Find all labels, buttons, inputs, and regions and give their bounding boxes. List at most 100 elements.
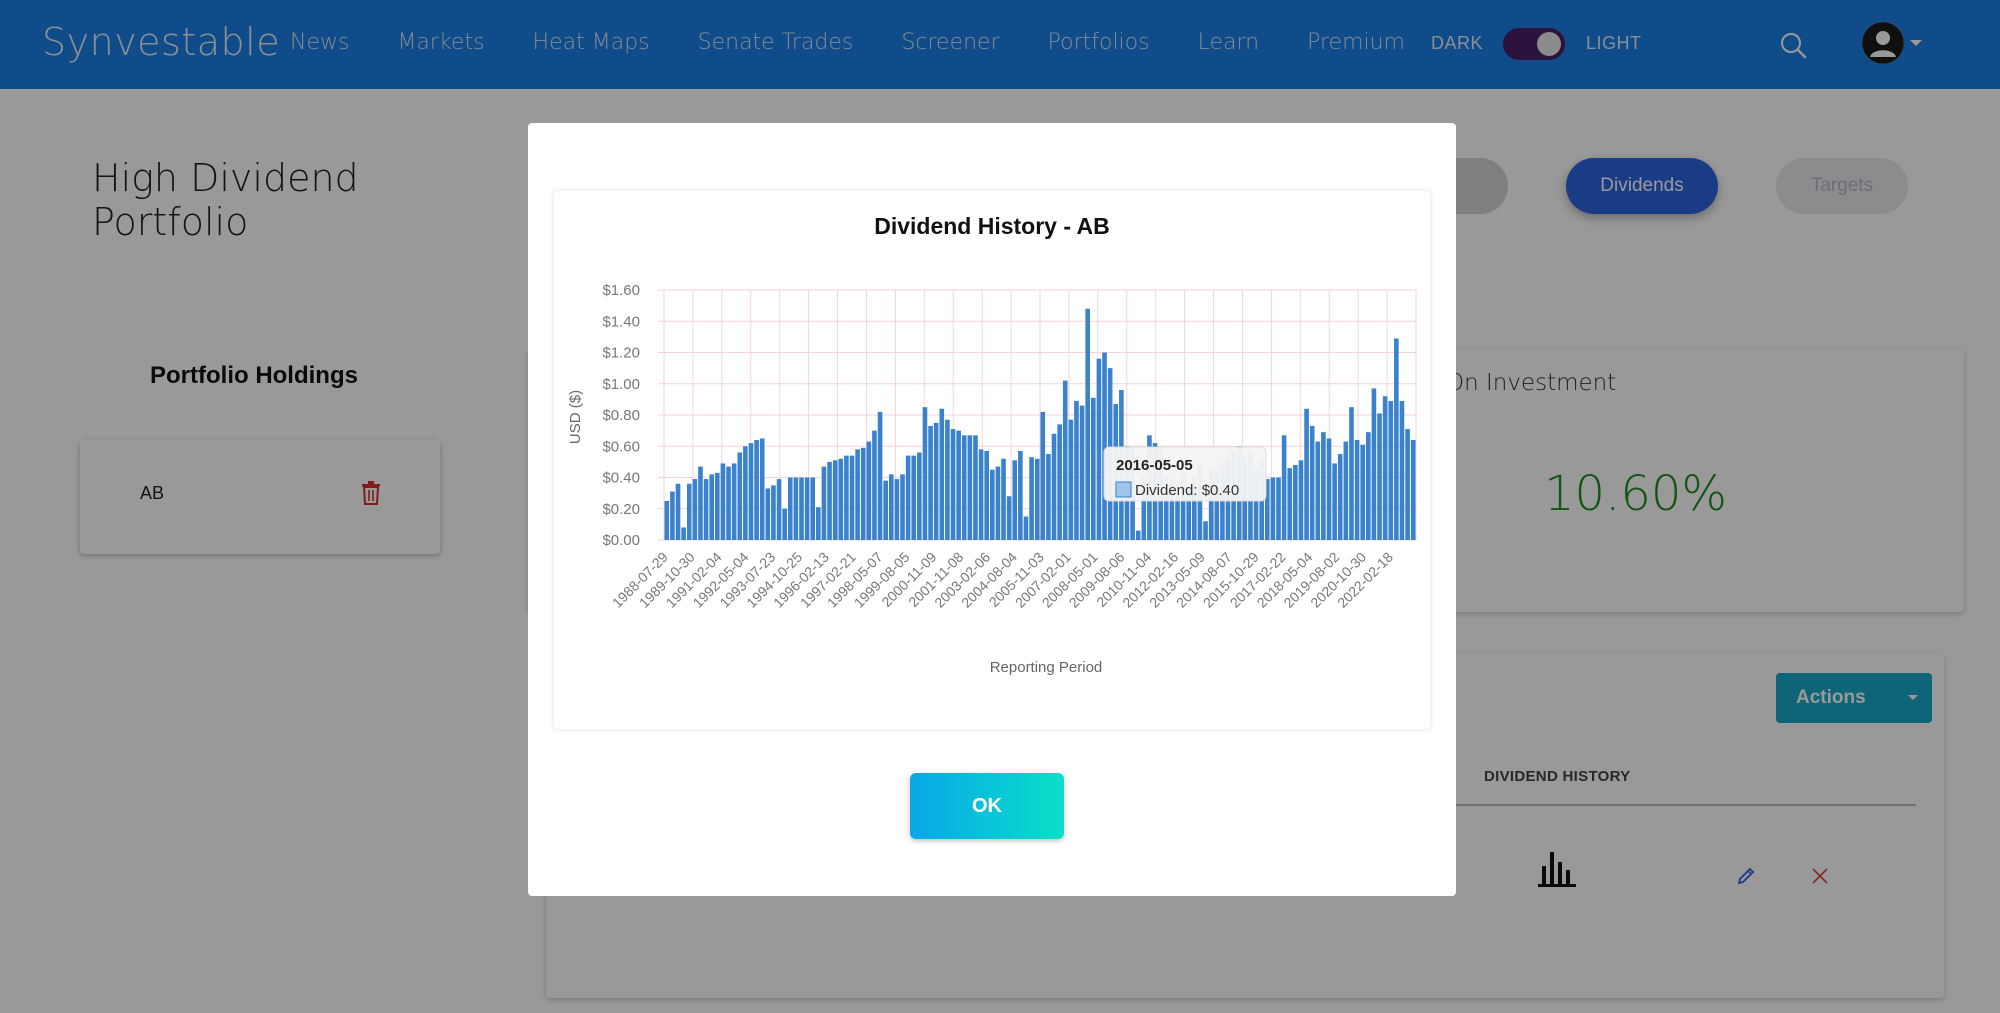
- y-tick-label: $0.00: [602, 532, 640, 549]
- bar: [1332, 463, 1337, 540]
- bar: [832, 460, 838, 540]
- bar: [1276, 477, 1281, 540]
- bar: [776, 479, 782, 540]
- bar: [816, 507, 821, 540]
- y-tick-label: $1.60: [602, 282, 640, 299]
- bar: [709, 474, 715, 540]
- bar: [726, 466, 731, 540]
- ok-button[interactable]: OK: [910, 773, 1064, 839]
- bar: [1068, 419, 1074, 540]
- bar: [967, 435, 973, 540]
- bar: [849, 455, 855, 540]
- bar: [827, 461, 832, 540]
- bar: [1079, 405, 1085, 540]
- bar: [1343, 441, 1349, 540]
- bar: [939, 408, 945, 540]
- tooltip-value: Dividend: $0.40: [1135, 482, 1239, 499]
- bar: [1360, 444, 1365, 540]
- y-tick-label: $1.40: [602, 313, 640, 330]
- tooltip-date: 2016-05-05: [1116, 457, 1193, 474]
- bar: [731, 463, 737, 540]
- bar: [1394, 338, 1399, 540]
- bar: [1382, 396, 1388, 540]
- bar: [787, 477, 793, 540]
- bar: [692, 479, 698, 540]
- bar: [1001, 458, 1006, 540]
- bar: [1293, 465, 1298, 540]
- bar: [1270, 477, 1276, 540]
- y-tick-label: $0.60: [602, 438, 640, 455]
- bar: [1326, 438, 1332, 540]
- bar: [922, 407, 928, 540]
- bar: [782, 508, 787, 540]
- bar: [1102, 352, 1107, 540]
- bar: [866, 441, 872, 540]
- bar: [894, 479, 900, 540]
- bar: [888, 474, 894, 540]
- bar: [1388, 400, 1394, 540]
- bar: [1074, 400, 1079, 540]
- bar: [720, 463, 726, 540]
- y-tick-label: $0.40: [602, 470, 640, 487]
- x-axis-label: Reporting Period: [990, 659, 1103, 676]
- bar: [900, 474, 905, 540]
- bar: [1405, 429, 1410, 540]
- bar: [1040, 411, 1046, 540]
- bar: [1349, 407, 1354, 540]
- bar: [670, 491, 675, 540]
- bar: [844, 455, 849, 540]
- bar: [989, 469, 995, 540]
- bar: [765, 488, 771, 540]
- bar: [759, 438, 765, 540]
- bar: [1023, 516, 1029, 540]
- bar: [973, 435, 978, 540]
- bar: [1057, 424, 1062, 540]
- bar: [1051, 433, 1057, 540]
- bar: [1018, 450, 1023, 540]
- bar: [1029, 457, 1034, 540]
- bar: [945, 419, 950, 540]
- bar: [1034, 458, 1040, 540]
- bar: [1135, 530, 1141, 540]
- bar: [978, 449, 984, 540]
- bar: [911, 455, 917, 540]
- bar: [1062, 380, 1068, 540]
- dividend-chart: Dividend History - AB $0.00 $0.20 $0.40 $0.6…: [567, 213, 1417, 676]
- bar: [810, 477, 816, 540]
- bar: [686, 483, 692, 540]
- chart-card: Dividend History - AB $0.00 $0.20 $0.40 $0.6…: [554, 191, 1430, 729]
- y-tick-label: $0.80: [602, 407, 640, 424]
- bar: [1321, 432, 1326, 540]
- bar: [681, 527, 686, 540]
- bar: [1309, 425, 1315, 540]
- bar: [950, 429, 956, 540]
- bar: [917, 452, 922, 540]
- bar: [804, 477, 810, 540]
- bar: [928, 425, 933, 540]
- bar: [1399, 400, 1405, 540]
- y-tick-label: $1.00: [602, 376, 640, 393]
- bar: [1012, 460, 1018, 540]
- bar: [1287, 468, 1293, 540]
- bar: [1203, 521, 1208, 540]
- bar: [860, 447, 866, 540]
- bar: [883, 480, 888, 540]
- bar: [905, 455, 911, 540]
- bar: [1377, 413, 1382, 540]
- bar: [1046, 454, 1051, 540]
- bar: [748, 443, 754, 540]
- bar: [737, 452, 743, 540]
- bar: [675, 483, 681, 540]
- bar: [872, 430, 877, 540]
- bar: [961, 435, 967, 540]
- bar: [1091, 397, 1096, 540]
- bar: [1410, 440, 1416, 540]
- bar: [1298, 460, 1304, 540]
- chart-title: Dividend History - AB: [874, 213, 1110, 239]
- bar: [1096, 358, 1102, 540]
- bar: [1281, 435, 1287, 540]
- y-tick-label: $0.20: [602, 501, 640, 518]
- bar: [1365, 432, 1371, 540]
- bar: [1006, 496, 1012, 540]
- y-tick-label: $1.20: [602, 345, 640, 362]
